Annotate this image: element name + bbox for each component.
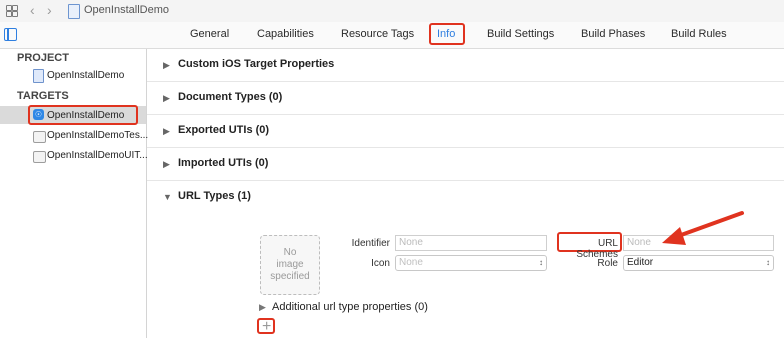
annotation-arrow-icon [662, 211, 744, 245]
chevron-updown-icon: ↕ [766, 258, 770, 267]
section-imported-utis[interactable]: ▶ Imported UTIs (0) [147, 147, 784, 181]
tab-build-phases[interactable]: Build Phases [581, 28, 645, 40]
role-label: Role [597, 258, 618, 269]
section-label: Document Types (0) [178, 91, 283, 103]
role-select-value: Editor [627, 257, 654, 268]
disclosure-right-icon[interactable]: ▶ [163, 60, 170, 71]
section-label: Exported UTIs (0) [178, 124, 270, 136]
tab-build-settings[interactable]: Build Settings [487, 28, 554, 40]
section-custom-ios-target-properties[interactable]: ▶ Custom iOS Target Properties [147, 48, 784, 82]
identifier-field[interactable]: None [395, 235, 547, 251]
identifier-label: Identifier [351, 238, 390, 249]
section-exported-utis[interactable]: ▶ Exported UTIs (0) [147, 114, 784, 148]
sidebar-toggle-icon[interactable] [4, 28, 17, 41]
breadcrumb-project[interactable]: OpenInstallDemo [84, 4, 169, 16]
project-section-header: PROJECT [17, 52, 69, 64]
url-schemes-label: URL Schemes [576, 238, 618, 260]
back-chevron-icon[interactable]: ‹ [30, 2, 35, 18]
icon-select-value: None [399, 257, 423, 268]
project-file-icon [68, 4, 80, 19]
section-label: Imported UTIs (0) [178, 157, 269, 169]
sidebar-item-project[interactable]: OpenInstallDemo [47, 70, 124, 81]
uitest-target-folder-icon [33, 151, 46, 163]
section-document-types[interactable]: ▶ Document Types (0) [147, 81, 784, 115]
tab-capabilities[interactable]: Capabilities [257, 28, 314, 40]
targets-section-header: TARGETS [17, 90, 69, 102]
disclosure-right-icon[interactable]: ▶ [163, 126, 170, 137]
role-select[interactable]: Editor ↕ [623, 255, 774, 271]
tab-build-rules[interactable]: Build Rules [671, 28, 727, 40]
disclosure-right-icon[interactable]: ▶ [163, 159, 170, 170]
navigator-bar: ‹ › OpenInstallDemo [0, 0, 784, 23]
tab-resource-tags[interactable]: Resource Tags [341, 28, 414, 40]
disclosure-down-icon[interactable]: ▼ [163, 192, 172, 202]
test-target-folder-icon [33, 131, 46, 143]
forward-chevron-icon[interactable]: › [47, 2, 52, 18]
icon-select[interactable]: None ↕ [395, 255, 547, 271]
plus-icon: + [262, 318, 272, 335]
tab-general[interactable]: General [190, 28, 229, 40]
add-url-type-button[interactable]: + [257, 318, 275, 335]
additional-disclosure-icon[interactable]: ▶ [259, 302, 266, 313]
sidebar-item-target-app[interactable]: OpenInstallDemo [47, 110, 124, 121]
section-label: Custom iOS Target Properties [178, 58, 335, 70]
chevron-updown-icon: ↕ [539, 258, 543, 267]
additional-properties-label[interactable]: Additional url type properties (0) [272, 301, 428, 313]
section-label: URL Types (1) [178, 190, 251, 202]
image-placeholder-text: No image specified [270, 247, 310, 282]
app-target-icon: ☉ [33, 109, 44, 120]
icon-label: Icon [371, 258, 390, 269]
project-icon [33, 69, 44, 83]
disclosure-right-icon[interactable]: ▶ [163, 93, 170, 104]
related-items-grid-icon[interactable] [6, 5, 18, 17]
url-type-image-well[interactable]: No image specified [260, 235, 320, 295]
sidebar-item-target-uitests[interactable]: OpenInstallDemoUIT... [47, 150, 148, 161]
sidebar-item-target-tests[interactable]: OpenInstallDemoTes... [47, 130, 148, 141]
editor-tab-bar: General Capabilities Resource Tags Info … [0, 22, 784, 49]
tab-info[interactable]: Info [437, 28, 455, 40]
